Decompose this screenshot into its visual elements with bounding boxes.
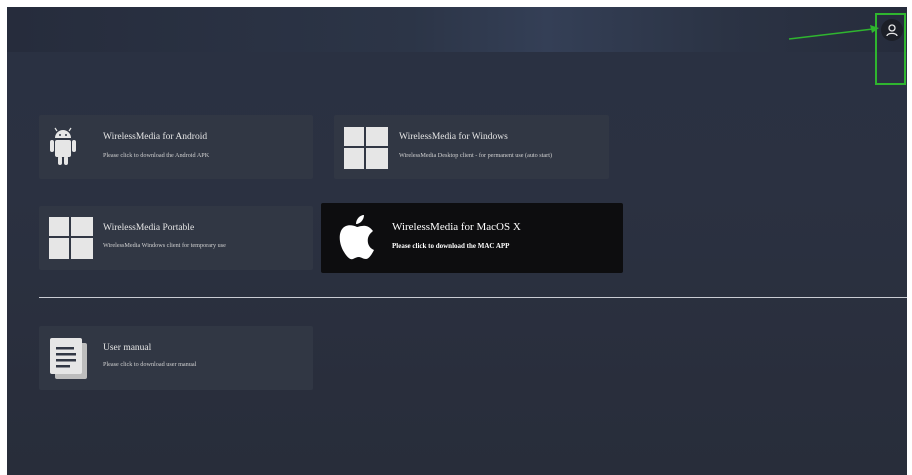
top-bar: [7, 7, 907, 52]
windows-card-subtitle: WirelessMedia Desktop client - for perma…: [399, 152, 553, 159]
windows-icon: [49, 217, 93, 259]
manual-card-subtitle: Please click to download user manual: [103, 361, 197, 368]
android-icon: [50, 127, 76, 165]
windows-download-card[interactable]: WirelessMedia for Windows WirelessMedia …: [334, 115, 609, 179]
windows-card-title: WirelessMedia for Windows: [399, 132, 508, 142]
macos-card-subtitle: Please click to download the MAC APP: [392, 242, 510, 250]
user-icon: [886, 24, 898, 37]
portable-download-card[interactable]: WirelessMedia Portable WirelessMedia Win…: [39, 206, 313, 270]
apple-icon: [339, 215, 374, 260]
annotation-arrow: [788, 25, 879, 40]
android-download-card[interactable]: WirelessMedia for Android Please click t…: [39, 115, 313, 179]
portable-card-subtitle: WirelessMedia Windows client for tempora…: [103, 242, 226, 249]
android-card-title: WirelessMedia for Android: [103, 132, 208, 142]
android-card-subtitle: Please click to download the Android APK: [103, 152, 210, 159]
user-account-button[interactable]: [881, 19, 903, 41]
download-page: WirelessMedia for Android Please click t…: [7, 7, 907, 475]
macos-download-card[interactable]: WirelessMedia for MacOS X Please click t…: [321, 203, 623, 273]
user-manual-card[interactable]: User manual Please click to download use…: [39, 326, 313, 390]
macos-card-title: WirelessMedia for MacOS X: [392, 221, 521, 233]
portable-card-title: WirelessMedia Portable: [103, 223, 195, 233]
section-divider: [39, 297, 907, 298]
document-icon: [50, 338, 87, 379]
windows-icon: [344, 127, 388, 169]
manual-card-title: User manual: [103, 343, 152, 353]
